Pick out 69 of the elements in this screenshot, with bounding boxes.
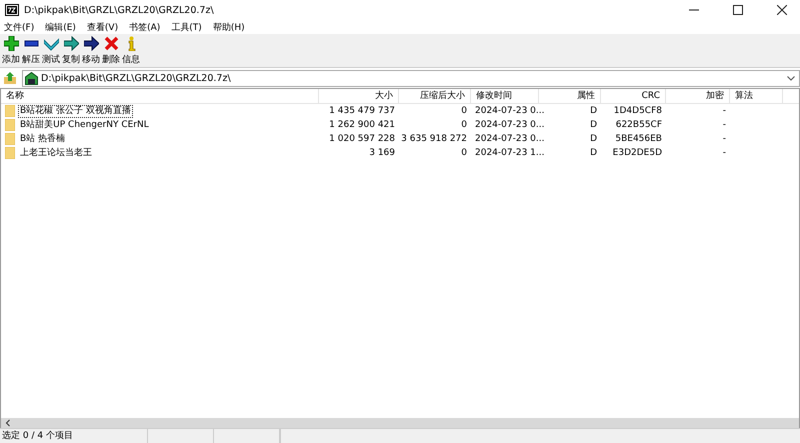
scroll-left-icon[interactable] — [5, 419, 11, 427]
table-cell: E3D2DE5D — [612, 148, 662, 158]
table-cell: D — [590, 148, 597, 158]
table-cell: 3 169 — [369, 148, 395, 158]
table-cell: - — [722, 120, 726, 130]
dropdown-caret-icon[interactable] — [787, 76, 795, 80]
table-cell: 1 262 900 421 — [329, 120, 395, 130]
status-text: 选定 0 / 4 个项目 — [0, 429, 148, 443]
plus-icon — [4, 36, 18, 50]
file-name[interactable]: 上老王论坛当老王 — [18, 146, 94, 160]
table-cell: 5BE456EB — [615, 134, 662, 144]
address-field[interactable]: D:\pikpak\Bit\GRZL\GRZL20\GRZL20.7z\ — [22, 70, 800, 86]
arrow-icon — [84, 36, 98, 50]
table-cell: 0 — [461, 106, 467, 116]
folder-icon — [5, 105, 15, 117]
toolbar-button[interactable]: 信息 — [121, 36, 141, 66]
folder-icon — [5, 119, 15, 131]
menu-item[interactable]: 查看(V) — [86, 20, 118, 34]
toolbar-button[interactable]: 移动 — [81, 36, 101, 66]
column-header[interactable]: 大小 — [375, 91, 393, 101]
column-header[interactable]: 压缩后大小 — [420, 91, 465, 101]
menu-item[interactable]: 书签(A) — [129, 20, 160, 34]
toolbar-button[interactable]: 复制 — [61, 36, 81, 66]
table-cell: - — [722, 134, 726, 144]
folder-up-icon[interactable] — [3, 71, 17, 85]
table-cell: D — [590, 120, 597, 130]
toolbar-button[interactable]: 删除 — [101, 36, 121, 66]
close-icon[interactable] — [777, 5, 787, 15]
table-cell: 2024-07-23 0... — [475, 120, 544, 130]
delete-icon — [104, 36, 118, 50]
column-header[interactable]: 属性 — [577, 91, 595, 101]
table-cell: 2024-07-23 0... — [475, 134, 544, 144]
column-header[interactable]: 名称 — [6, 91, 24, 101]
folder-icon — [5, 147, 15, 159]
horizontal-scrollbar[interactable] — [1, 418, 799, 428]
table-cell: D — [590, 106, 597, 116]
column-header[interactable]: CRC — [642, 91, 660, 101]
menu-item[interactable]: 帮助(H) — [212, 20, 245, 34]
column-header[interactable]: 修改时间 — [476, 91, 512, 101]
toolbar-button[interactable]: 测试 — [41, 36, 61, 66]
file-name[interactable]: B站花椒 张公子 双视角直播 — [18, 104, 133, 118]
toolbar-button[interactable]: 解压 — [21, 36, 41, 66]
table-cell: D — [590, 134, 597, 144]
table-cell: - — [722, 106, 726, 116]
archive-icon — [25, 72, 38, 84]
menu-item[interactable]: 编辑(E) — [45, 20, 76, 34]
maximize-icon[interactable] — [733, 5, 743, 15]
table-cell: 2024-07-23 1... — [475, 148, 544, 158]
file-name[interactable]: B站甜美UP ChengerNY CErNL — [18, 118, 151, 132]
menu-item[interactable]: 文件(F) — [4, 20, 34, 34]
table-cell: - — [722, 148, 726, 158]
table-cell: 1 435 479 737 — [329, 106, 395, 116]
table-cell: 1 020 597 228 — [329, 134, 395, 144]
menu-item[interactable]: 工具(T) — [171, 20, 202, 34]
toolbar-button[interactable]: 添加 — [1, 36, 21, 66]
table-cell: 0 — [461, 120, 467, 130]
table-cell: 3 635 918 272 — [401, 134, 467, 144]
table-cell: 0 — [461, 148, 467, 158]
table-cell: 2024-07-23 0... — [475, 106, 544, 116]
window-title: D:\pikpak\Bit\GRZL\GRZL20\GRZL20.7z\ — [24, 4, 214, 16]
arrow-icon — [64, 36, 78, 50]
column-header[interactable]: 加密 — [706, 91, 724, 101]
table-cell: 622B55CF — [616, 120, 662, 130]
column-header[interactable]: 算法 — [735, 91, 753, 101]
table-cell: 1D4D5CF8 — [614, 106, 662, 116]
app-icon — [5, 4, 19, 16]
check-icon — [44, 36, 58, 50]
folder-icon — [5, 133, 15, 145]
file-name[interactable]: B站 热香楠 — [18, 132, 68, 146]
